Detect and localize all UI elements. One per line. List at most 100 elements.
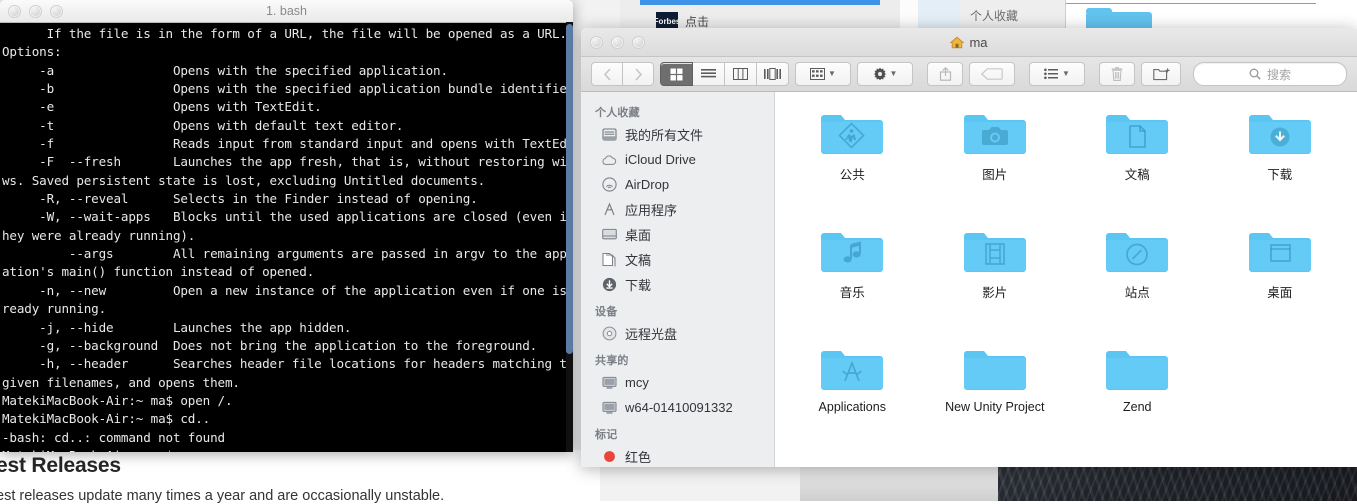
finder-scrollbar[interactable] — [1347, 92, 1356, 467]
home-icon — [950, 36, 965, 48]
sidebar-item-mcy[interactable]: mcy — [581, 370, 774, 395]
chevron-down-icon: ▼ — [828, 69, 836, 78]
finder-title-text: ma — [969, 34, 988, 50]
file-item-label: 下载 — [1267, 168, 1293, 182]
search-field[interactable]: 搜索 — [1193, 62, 1347, 86]
airdrop-icon — [601, 177, 617, 193]
sidebar-item-icloud-drive[interactable]: iCloud Drive — [581, 147, 774, 172]
sidebar-item-remote-disc[interactable]: 远程光盘 — [581, 321, 774, 346]
file-item-label: 影片 — [982, 286, 1008, 300]
sort-button[interactable]: ▼ — [1029, 62, 1085, 86]
share-icon — [939, 67, 951, 81]
applications-folder-icon — [821, 351, 884, 390]
file-item-pictures[interactable]: 图片 — [924, 102, 1067, 220]
terminal-window-controls[interactable] — [8, 5, 63, 18]
sidebar-item-w64[interactable]: w64-01410091332 — [581, 395, 774, 420]
column-view-button[interactable] — [725, 62, 757, 86]
chevron-right-icon — [634, 67, 642, 81]
back-button[interactable] — [591, 62, 623, 86]
new-folder-button[interactable] — [1141, 62, 1181, 86]
file-item-movies[interactable]: 影片 — [924, 220, 1067, 338]
computer-icon — [601, 400, 617, 416]
view-mode-buttons[interactable] — [660, 62, 789, 86]
desktop-folder-icon — [1248, 233, 1311, 272]
documents-icon — [601, 252, 617, 268]
terminal-scrollbar-thumb[interactable] — [566, 24, 573, 354]
file-item-label: Zend — [1123, 400, 1152, 414]
sidebar-item-label: iCloud Drive — [625, 152, 696, 167]
zoom-button[interactable] — [50, 5, 63, 18]
sites-folder-icon — [1106, 233, 1169, 272]
sidebar-item-label: 桌面 — [625, 228, 652, 243]
navigation-buttons[interactable] — [591, 62, 654, 86]
page-heading: est Releases — [0, 454, 121, 477]
finder-window-controls[interactable] — [590, 36, 645, 49]
finder-toolbar: ▼ ▼ ▼ 搜索 — [581, 57, 1357, 92]
sidebar-item-applications[interactable]: 应用程序 — [581, 197, 774, 222]
sidebar-item-label: 文稿 — [625, 253, 652, 268]
plain-folder-icon — [963, 351, 1026, 390]
background-finder-scrollbar[interactable] — [918, 0, 960, 30]
sidebar-group-tags: 标记 — [595, 429, 618, 441]
action-button[interactable]: ▼ — [857, 62, 913, 86]
sidebar-item-airdrop[interactable]: AirDrop — [581, 172, 774, 197]
terminal-scrollbar[interactable] — [566, 22, 573, 452]
all-my-files-icon — [601, 127, 617, 143]
zoom-button[interactable] — [632, 36, 645, 49]
share-button[interactable] — [927, 62, 963, 86]
sidebar-item-label: 红色 — [625, 450, 652, 465]
file-item-music[interactable]: 音乐 — [781, 220, 924, 338]
finder-sidebar[interactable]: 个人收藏 我的所有文件 iCloud Drive AirDrop 应用程序 桌面… — [581, 92, 775, 467]
file-item-sites[interactable]: 站点 — [1066, 220, 1209, 338]
close-button[interactable] — [8, 5, 21, 18]
sidebar-group-shared: 共享的 — [595, 355, 629, 367]
sidebar-item-downloads[interactable]: 下载 — [581, 272, 774, 297]
coverflow-view-button[interactable] — [757, 62, 789, 86]
file-item-zend[interactable]: Zend — [1066, 338, 1209, 456]
red-tag-icon — [601, 449, 617, 465]
applications-icon — [601, 202, 617, 218]
file-item-desktop[interactable]: 桌面 — [1209, 220, 1352, 338]
sidebar-item-desktop[interactable]: 桌面 — [581, 222, 774, 247]
file-item-public[interactable]: 公共 — [781, 102, 924, 220]
sidebar-item-label: 我的所有文件 — [625, 128, 704, 143]
background-finder-window[interactable]: 个人收藏 — [900, 0, 1357, 30]
list-view-button[interactable] — [693, 62, 725, 86]
terminal-output[interactable]: If the file is in the form of a URL, the… — [0, 23, 573, 452]
arrange-button[interactable]: ▼ — [795, 62, 851, 86]
close-button[interactable] — [590, 36, 603, 49]
file-item-documents[interactable]: 文稿 — [1066, 102, 1209, 220]
file-item-downloads[interactable]: 下载 — [1209, 102, 1352, 220]
browser-active-tab[interactable] — [640, 0, 880, 5]
desktop-gradient-strip — [800, 462, 999, 501]
file-item-label: 桌面 — [1267, 286, 1293, 300]
sidebar-item-documents[interactable]: 文稿 — [581, 247, 774, 272]
minimize-button[interactable] — [29, 5, 42, 18]
finder-titlebar[interactable]: ma — [581, 28, 1357, 57]
finder-content[interactable]: 公共 图片 文稿 下载 音乐 影片 站点 桌面 Applications New… — [775, 92, 1357, 467]
tag-button[interactable] — [969, 62, 1015, 86]
chevron-down-icon: ▼ — [1062, 69, 1070, 78]
file-item-applications[interactable]: Applications — [781, 338, 924, 456]
sidebar-item-red-tag[interactable]: 红色 — [581, 444, 774, 467]
computer-icon — [601, 375, 617, 391]
downloads-icon — [601, 277, 617, 293]
forward-button[interactable] — [623, 62, 654, 86]
delete-button[interactable] — [1099, 62, 1135, 86]
sidebar-group-favorites: 个人收藏 — [595, 107, 640, 119]
chevron-left-icon — [603, 67, 611, 81]
sidebar-item-label: AirDrop — [625, 177, 670, 192]
terminal-titlebar[interactable]: 1. bash — [0, 0, 573, 23]
file-item-new-unity-project[interactable]: New Unity Project — [924, 338, 1067, 456]
remote-disc-icon — [601, 326, 617, 342]
minimize-button[interactable] — [611, 36, 624, 49]
pictures-folder-icon — [963, 115, 1026, 154]
search-icon — [1249, 68, 1261, 80]
tag-icon — [981, 68, 1003, 80]
column-view-icon — [733, 68, 748, 80]
terminal-window[interactable]: 1. bash If the file is in the form of a … — [0, 0, 573, 452]
icon-view-button[interactable] — [660, 62, 693, 86]
sidebar-item-all-my-files[interactable]: 我的所有文件 — [581, 122, 774, 147]
file-item-label: 站点 — [1124, 286, 1150, 300]
finder-window[interactable]: ma ▼ ▼ ▼ 搜索 个人收藏 我的所有文件 iCloud Drive Air… — [581, 28, 1357, 467]
